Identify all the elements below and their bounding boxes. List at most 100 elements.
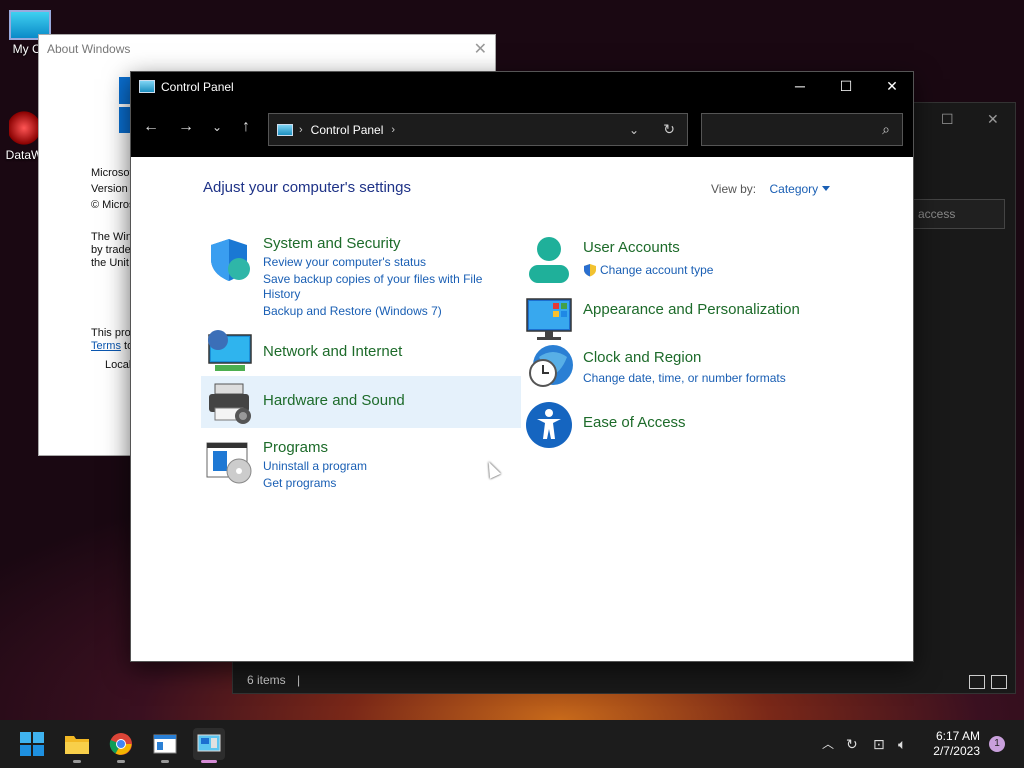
volume-icon[interactable]: 🔈︎	[898, 720, 906, 768]
chrome-taskbar-button[interactable]	[105, 728, 137, 763]
product-name: Microsof	[91, 167, 133, 179]
backup-restore-link[interactable]: Backup and Restore (Windows 7)	[263, 304, 442, 318]
app-taskbar-button[interactable]	[149, 728, 181, 763]
user-icon	[529, 237, 569, 283]
item-count: 6 items	[247, 673, 286, 687]
license-paragraph: This pro Terms to	[91, 327, 133, 353]
get-programs-link[interactable]: Get programs	[263, 476, 336, 490]
category-title[interactable]: User Accounts	[583, 239, 680, 256]
maximize-button[interactable]: ☐	[941, 111, 954, 128]
view-by-dropdown[interactable]: Category	[769, 182, 818, 196]
category-appearance: Appearance and Personalization	[525, 295, 845, 343]
window-app-icon	[153, 734, 177, 754]
desktop-icon-label: DataW	[5, 148, 43, 162]
search-box[interactable]: ⌕	[701, 113, 903, 146]
printer-icon	[209, 383, 251, 424]
control-panel-window[interactable]: Control Panel ─ ☐ ✕ ← → ⌄ ↑ › Control Pa…	[130, 71, 914, 662]
category-ease-of-access: Ease of Access	[525, 401, 825, 451]
close-icon[interactable]: ✕	[474, 39, 487, 59]
category-user-accounts: User Accounts Change account type	[525, 235, 825, 290]
page-title: Adjust your computer's settings	[203, 179, 411, 196]
refresh-icon[interactable]: ↻	[663, 121, 675, 138]
view-by: View by: Category	[711, 182, 831, 196]
clock[interactable]: 6:17 AM 2/7/2023	[933, 729, 980, 759]
category-title[interactable]: Appearance and Personalization	[583, 301, 800, 318]
terms-link[interactable]: Terms	[91, 340, 121, 352]
running-indicator	[73, 760, 81, 763]
minimize-button[interactable]: ─	[777, 72, 823, 101]
shield-icon	[211, 239, 250, 281]
status-bar: 6 items |	[247, 673, 300, 687]
start-button[interactable]	[16, 728, 48, 760]
version-info: Microsof Version © Micros	[91, 165, 135, 213]
chevron-up-icon[interactable]: ︿	[822, 720, 834, 768]
category-system-security: System and Security Review your computer…	[205, 235, 505, 325]
review-status-link[interactable]: Review your computer's status	[263, 255, 426, 269]
up-button[interactable]: ↑	[234, 115, 258, 139]
network-tray-icon[interactable]: ⊡	[873, 720, 885, 768]
category-title[interactable]: Hardware and Sound	[263, 392, 405, 409]
tiles-view-icon[interactable]	[991, 675, 1007, 689]
date-text: 2/7/2023	[933, 744, 980, 758]
title-bar[interactable]: Control Panel ─ ☐ ✕	[131, 72, 913, 101]
chevron-right-icon[interactable]: ›	[391, 124, 395, 136]
file-history-link[interactable]: Save backup copies of your files with Fi…	[263, 272, 482, 286]
sync-icon[interactable]: ↻	[846, 720, 858, 768]
caret-down-icon[interactable]	[822, 186, 831, 191]
details-view-icon[interactable]	[969, 675, 985, 689]
back-button[interactable]: ←	[139, 115, 163, 139]
content-area: Adjust your computer's settings View by:…	[131, 157, 913, 662]
time-text: 6:17 AM	[935, 729, 980, 743]
breadcrumb-control-panel[interactable]: Control Panel	[311, 123, 384, 137]
chrome-icon	[109, 733, 132, 755]
category-network-internet: Network and Internet	[205, 327, 505, 377]
uac-shield-icon	[584, 264, 596, 277]
address-bar[interactable]: › Control Panel › ⌄ ↻	[268, 113, 688, 146]
licensee-text: Local	[105, 359, 132, 371]
category-title[interactable]: Ease of Access	[583, 414, 686, 431]
para-line: The Win	[91, 231, 132, 243]
appearance-icon	[526, 298, 572, 340]
para-line: the Unit	[91, 257, 129, 269]
category-title[interactable]: System and Security	[263, 235, 401, 252]
app-shortcut-icon	[9, 110, 39, 146]
uninstall-program-link[interactable]: Uninstall a program	[263, 459, 367, 473]
status-separator: |	[297, 673, 301, 687]
active-indicator	[201, 760, 217, 763]
category-title[interactable]: Programs	[263, 439, 328, 456]
control-panel-icon	[139, 80, 155, 93]
category-clock-region: Clock and Region Change date, time, or n…	[525, 343, 845, 395]
window-title: Control Panel	[161, 79, 234, 94]
running-indicator	[161, 760, 169, 763]
version-text: Version	[91, 183, 128, 195]
maximize-button[interactable]: ☐	[823, 72, 869, 101]
category-title[interactable]: Clock and Region	[583, 349, 701, 366]
file-history-link-continued[interactable]: History	[263, 287, 300, 301]
license-text: This pro	[91, 327, 131, 339]
change-account-type-link[interactable]: Change account type	[600, 263, 713, 277]
category-title[interactable]: Network and Internet	[263, 343, 402, 360]
search-icon[interactable]: ⌕	[882, 121, 890, 138]
search-input[interactable]	[702, 114, 862, 145]
category-programs: Programs Uninstall a program Get program…	[205, 437, 505, 497]
change-formats-link[interactable]: Change date, time, or number formats	[583, 371, 786, 385]
taskbar: ︿ ↻ ⊡ 🔈︎ 6:17 AM 2/7/2023 1	[0, 720, 1024, 768]
file-explorer-taskbar-button[interactable]	[61, 728, 93, 763]
dialog-title: About Windows	[47, 42, 131, 56]
view-switcher	[969, 675, 1007, 689]
search-input[interactable]: access	[913, 199, 1005, 229]
chevron-down-icon[interactable]: ⌄	[629, 123, 639, 137]
search-text: access	[918, 207, 956, 221]
copyright-text: © Micros	[91, 199, 135, 211]
close-button[interactable]: ✕	[869, 72, 915, 101]
programs-icon	[206, 442, 252, 484]
navigation-bar: ← → ⌄ ↑ › Control Panel › ⌄ ↻ ⌕	[131, 101, 913, 157]
control-panel-taskbar-button[interactable]	[193, 728, 225, 763]
recent-locations-button[interactable]: ⌄	[205, 115, 229, 139]
notification-badge[interactable]: 1	[989, 736, 1005, 752]
view-by-label: View by:	[711, 182, 757, 196]
forward-button[interactable]: →	[174, 115, 198, 139]
control-panel-icon	[277, 123, 293, 136]
running-indicator	[117, 760, 125, 763]
close-button[interactable]: ✕	[987, 111, 999, 128]
